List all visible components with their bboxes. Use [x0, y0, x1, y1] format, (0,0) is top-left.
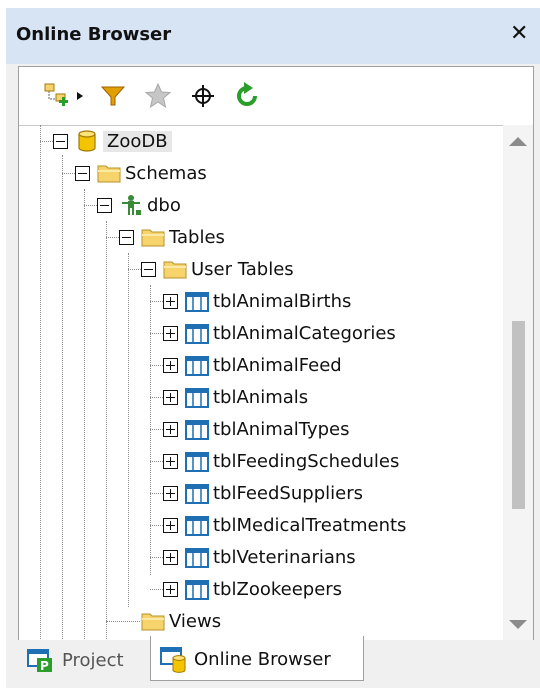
tab-label: Online Browser	[194, 649, 331, 670]
tree-label[interactable]: tblAnimals	[213, 387, 308, 408]
tree-label[interactable]: dbo	[147, 195, 181, 216]
expand-toggle[interactable]	[163, 582, 178, 597]
folder-icon	[141, 229, 165, 247]
folder-icon	[97, 165, 121, 183]
panel-title: Online Browser	[16, 24, 172, 45]
database-icon	[78, 130, 96, 152]
expand-toggle[interactable]	[163, 390, 178, 405]
close-icon[interactable]: ✕	[510, 21, 528, 46]
tree-label[interactable]: Schemas	[125, 163, 207, 184]
toolbar	[19, 67, 533, 126]
online-browser-icon	[160, 647, 186, 673]
expand-toggle[interactable]	[163, 518, 178, 533]
collapse-toggle[interactable]	[75, 166, 90, 181]
table-icon	[185, 420, 209, 440]
table-icon	[185, 324, 209, 344]
tree-label[interactable]: User Tables	[191, 259, 294, 280]
folder-icon	[141, 613, 165, 631]
tab-online-browser[interactable]: Online Browser	[150, 636, 364, 681]
tree-label[interactable]: ZooDB	[103, 131, 172, 152]
table-icon	[185, 452, 209, 472]
tab-label: Project	[62, 650, 124, 671]
table-icon	[185, 292, 209, 312]
tree-label[interactable]: tblAnimalTypes	[213, 419, 350, 440]
table-icon	[185, 516, 209, 536]
table-icon	[185, 484, 209, 504]
tab-project[interactable]: P Project	[20, 640, 138, 680]
svg-text:P: P	[40, 659, 49, 673]
tree-label[interactable]: tblAnimalCategories	[213, 323, 396, 344]
collapse-toggle[interactable]	[141, 262, 156, 277]
table-icon	[185, 548, 209, 568]
expand-toggle[interactable]	[163, 358, 178, 373]
folder-icon	[163, 261, 187, 279]
table-icon	[185, 356, 209, 376]
tree-label[interactable]: tblFeedingSchedules	[213, 451, 399, 472]
filter-icon[interactable]	[99, 81, 127, 111]
browser-content: ZooDB Schemas dbo Tables User Tables tbl…	[18, 66, 534, 642]
tree-label[interactable]: tblZookeepers	[213, 579, 342, 600]
locate-object-icon[interactable]	[189, 81, 217, 111]
table-icon	[185, 388, 209, 408]
project-icon: P	[27, 649, 52, 673]
collapse-toggle[interactable]	[97, 198, 112, 213]
scroll-down-icon[interactable]	[509, 620, 527, 629]
tree-label[interactable]: tblMedicalTreatments	[213, 515, 406, 536]
expand-toggle[interactable]	[163, 294, 178, 309]
tree-label[interactable]: Views	[169, 611, 221, 632]
add-objects-icon[interactable]	[43, 81, 71, 111]
tree-label[interactable]: tblAnimalFeed	[213, 355, 342, 376]
scrollbar-thumb[interactable]	[512, 321, 525, 509]
refresh-icon[interactable]	[233, 81, 263, 111]
object-tree: ZooDB Schemas dbo Tables User Tables tbl…	[19, 125, 503, 641]
expand-toggle[interactable]	[163, 326, 178, 341]
tree-label[interactable]: tblFeedSuppliers	[213, 483, 363, 504]
tree-label[interactable]: Tables	[169, 227, 225, 248]
expand-toggle[interactable]	[163, 454, 178, 469]
table-icon	[185, 580, 209, 600]
online-browser-panel: Online Browser ✕ ZooDB Schemas dbo Table…	[6, 8, 540, 688]
title-bar: Online Browser ✕	[6, 8, 540, 64]
expand-toggle[interactable]	[163, 422, 178, 437]
collapse-toggle[interactable]	[119, 230, 134, 245]
schema-user-icon	[122, 195, 141, 215]
expand-toggle[interactable]	[163, 550, 178, 565]
collapse-toggle[interactable]	[53, 134, 68, 149]
scroll-up-icon[interactable]	[509, 137, 527, 146]
tree-label[interactable]: tblAnimalBirths	[213, 291, 351, 312]
vertical-scrollbar[interactable]	[503, 125, 533, 641]
expand-toggle[interactable]	[163, 486, 178, 501]
favorites-star-icon[interactable]	[143, 81, 173, 111]
tab-bar: P Project Online Browser	[6, 636, 540, 688]
tree-label[interactable]: tblVeterinarians	[213, 547, 356, 568]
dropdown-arrow-icon[interactable]	[75, 81, 85, 111]
